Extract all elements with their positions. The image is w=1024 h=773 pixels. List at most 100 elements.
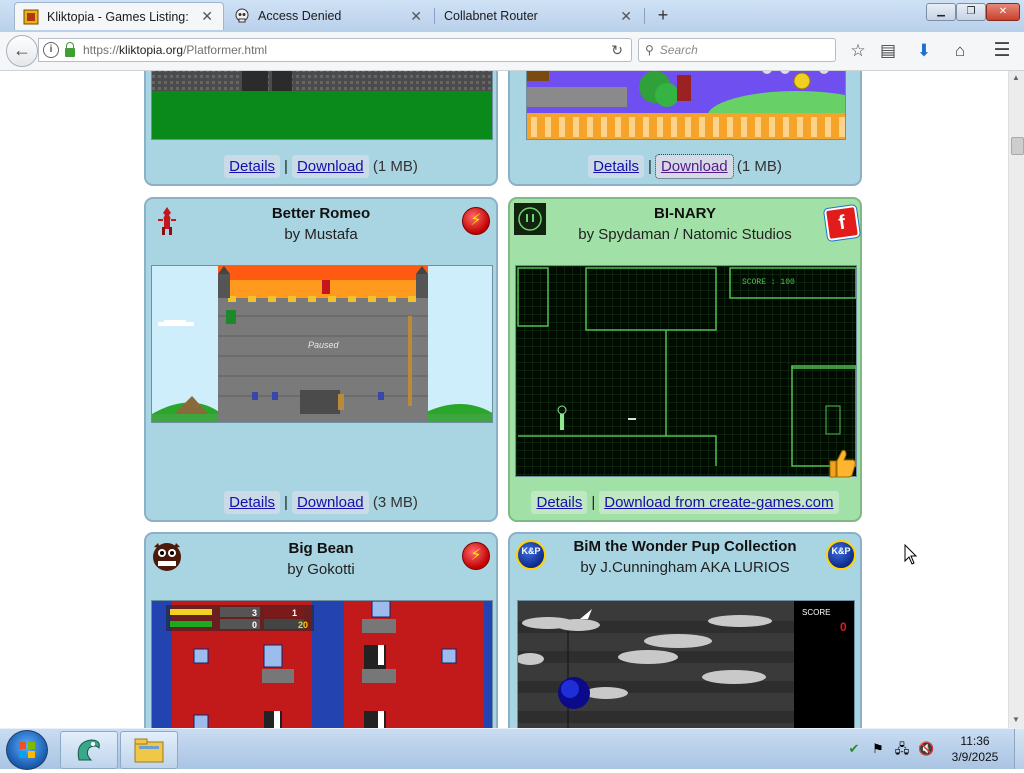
file-size: (3 MB): [372, 494, 418, 511]
game-title: BiM the Wonder Pup Collection: [573, 538, 797, 555]
game-screenshot: Paused: [151, 265, 493, 423]
clock-date: 3/9/2025: [951, 750, 999, 764]
score-label: SCORE : 100: [742, 278, 795, 287]
network-icon[interactable]: 🖧: [894, 741, 910, 757]
game-screenshot: 3 1 0 20: [151, 600, 493, 728]
tab-label: Collabnet Router: [444, 9, 538, 23]
tab-strip: Kliktopia - Games Listing: Pl ✕ Access D…: [0, 0, 1024, 32]
screenshot-graphic: [152, 71, 492, 139]
game-card-better-romeo: ⚡ Better Romeo by Mustafa Paused Details…: [144, 197, 498, 522]
show-desktop-button[interactable]: [1014, 729, 1024, 769]
maximize-button[interactable]: ❐: [956, 3, 986, 21]
file-size: (1 MB): [736, 158, 782, 175]
search-placeholder: Search: [659, 43, 698, 57]
screenshot-graphic: [527, 71, 845, 139]
menu-icon[interactable]: ☰: [992, 41, 1012, 61]
scroll-up-icon[interactable]: ▲: [1012, 73, 1020, 82]
game-card: Details | Download (1 MB): [508, 71, 862, 186]
download-link[interactable]: Download: [654, 154, 734, 179]
game-screenshot: [151, 71, 493, 140]
game-author: by Gokotti: [287, 561, 355, 578]
skull-favicon-icon: [235, 8, 249, 23]
game-screenshot: [526, 71, 846, 140]
taskbar-app-firefox[interactable]: [60, 731, 118, 769]
flag-icon[interactable]: ⚑: [870, 741, 886, 757]
navigation-toolbar: ← i https://kliktopia.org/Platformer.htm…: [0, 32, 1024, 71]
screenshot-graphic: 3 1 0 20: [152, 601, 492, 728]
game-title: Better Romeo: [271, 205, 371, 222]
hud-value: 0: [252, 620, 257, 630]
clock-time: 11:36: [960, 734, 990, 748]
game-card-bi-nary: f BI-NARY by Spydaman / Natomic Studios …: [508, 197, 862, 522]
details-link[interactable]: Details: [588, 155, 645, 178]
screenshot-graphic: SCORE : 100: [516, 266, 856, 476]
score-label: SCORE: [802, 608, 830, 617]
folder-icon: [134, 738, 164, 763]
screenshot-graphic: SCORE 0: [518, 601, 854, 728]
minimize-button[interactable]: ▁: [926, 3, 956, 21]
action-center-icon[interactable]: ✔: [846, 741, 862, 757]
card-links: Details | Download (1 MB): [510, 154, 860, 179]
reload-icon[interactable]: ↻: [611, 42, 623, 59]
system-clock[interactable]: 11:36 3/9/2025: [940, 733, 1010, 765]
search-icon: ⚲: [645, 43, 654, 57]
paused-label: Paused: [308, 340, 340, 350]
url-text: https://kliktopia.org/Platformer.html: [83, 43, 268, 57]
back-button[interactable]: ←: [6, 35, 38, 67]
windows-logo-icon: [19, 742, 35, 758]
score-value: 0: [840, 620, 847, 634]
bookmark-star-icon[interactable]: ☆: [848, 41, 868, 61]
page-viewport: Details | Download (1 MB) Details | Down…: [0, 71, 1008, 728]
site-info-icon[interactable]: i: [43, 42, 59, 58]
tab-access-denied[interactable]: Access Denied ✕: [226, 2, 432, 30]
dragon-icon: [77, 739, 100, 761]
vertical-scrollbar[interactable]: ▲ ▼: [1008, 71, 1024, 728]
hud-value: 3: [252, 608, 257, 618]
download-link[interactable]: Download from create-games.com: [599, 491, 839, 514]
scroll-down-icon[interactable]: ▼: [1012, 715, 1020, 724]
details-link[interactable]: Details: [531, 491, 588, 514]
close-tab-icon[interactable]: ✕: [201, 8, 213, 25]
taskbar: ✔ ⚑ 🖧 🔇 11:36 3/9/2025: [0, 728, 1024, 770]
screenshot-graphic: Paused: [152, 266, 492, 422]
taskbar-app-explorer[interactable]: [120, 731, 178, 769]
download-link[interactable]: Download: [291, 491, 369, 514]
lock-icon: [65, 41, 75, 57]
tab-separator: [434, 8, 435, 24]
tab-label: Access Denied: [258, 9, 342, 23]
game-title: BI-NARY: [654, 205, 716, 222]
game-screenshot: SCORE : 100: [515, 265, 857, 477]
game-author: by J.Cunningham AKA LURIOS: [580, 559, 790, 576]
scrollbar-thumb[interactable]: [1011, 137, 1024, 155]
details-link[interactable]: Details: [224, 491, 281, 514]
hud-value: 1: [292, 608, 297, 618]
close-tab-icon[interactable]: ✕: [410, 8, 422, 25]
close-window-button[interactable]: ✕: [986, 3, 1020, 21]
volume-muted-icon[interactable]: 🔇: [918, 741, 934, 757]
home-icon[interactable]: ⌂: [950, 41, 970, 61]
tab-collabnet-router[interactable]: Collabnet Router ✕: [436, 2, 642, 30]
close-tab-icon[interactable]: ✕: [620, 8, 632, 25]
search-input[interactable]: ⚲ Search: [638, 38, 836, 62]
hud-value: 20: [298, 620, 308, 630]
file-size: (1 MB): [372, 158, 418, 175]
game-title: Big Bean: [288, 540, 354, 557]
tab-label: Kliktopia - Games Listing: Pl: [47, 9, 194, 24]
game-card: Details | Download (1 MB): [144, 71, 498, 186]
start-button[interactable]: [6, 730, 48, 770]
tab-kliktopia[interactable]: Kliktopia - Games Listing: Pl ✕: [14, 2, 224, 30]
card-links: Details | Download from create-games.com: [510, 491, 860, 514]
tab-separator: [644, 8, 645, 24]
details-link[interactable]: Details: [224, 155, 281, 178]
card-links: Details | Download (3 MB): [146, 491, 496, 514]
game-author: by Spydaman / Natomic Studios: [578, 226, 792, 243]
download-link[interactable]: Download: [291, 155, 369, 178]
downloads-icon[interactable]: ⬇: [914, 41, 934, 61]
reading-list-icon[interactable]: ▤: [878, 41, 898, 61]
card-links: Details | Download (1 MB): [146, 155, 496, 178]
thumbs-up-icon: [829, 450, 856, 478]
new-tab-button[interactable]: +: [652, 4, 674, 26]
game-author: by Mustafa: [284, 226, 358, 243]
address-bar[interactable]: i https://kliktopia.org/Platformer.html …: [38, 38, 632, 62]
game-card-big-bean: ⚡ Big Bean by Gokotti 3 1 0 20: [144, 532, 498, 728]
